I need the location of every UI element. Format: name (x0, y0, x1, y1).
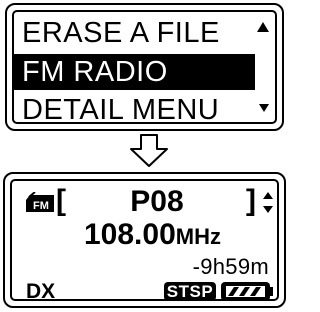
preset-bracket-left: [ (56, 184, 66, 217)
remaining-time: -9h59m (192, 254, 269, 279)
radio-display: FM [ P08 ] 108.00MHz -9h59m DX STSP (10, 179, 279, 303)
down-arrow-icon (130, 134, 168, 167)
preset-number: P08 (130, 185, 184, 218)
fm-icon-text: FM (33, 200, 49, 212)
frequency-display: 108.00MHz (84, 217, 221, 255)
menu-item-erase-a-file[interactable]: ERASE A FILE (18, 15, 253, 51)
scroll-down-icon[interactable] (259, 104, 269, 112)
battery-icon (221, 282, 273, 301)
frequency-unit: MHz (175, 224, 221, 249)
fm-icon: FM (26, 192, 54, 212)
menu-list: ERASE A FILE FM RADIO DETAIL MENU (12, 10, 277, 126)
stereo-badge: STSP (164, 282, 216, 301)
radio-screen: FM [ P08 ] 108.00MHz -9h59m DX STSP (3, 172, 286, 308)
menu-screen: ERASE A FILE FM RADIO DETAIL MENU (5, 3, 284, 131)
menu-item-fm-radio[interactable]: FM RADIO (14, 54, 255, 90)
dx-label: DX (26, 280, 56, 303)
frequency-value: 108.00 (84, 218, 176, 251)
menu-item-detail-menu[interactable]: DETAIL MENU (18, 92, 253, 128)
scroll-up-icon[interactable] (257, 22, 269, 32)
up-down-icon[interactable] (262, 191, 274, 215)
preset-bracket-right: ] (246, 184, 256, 217)
